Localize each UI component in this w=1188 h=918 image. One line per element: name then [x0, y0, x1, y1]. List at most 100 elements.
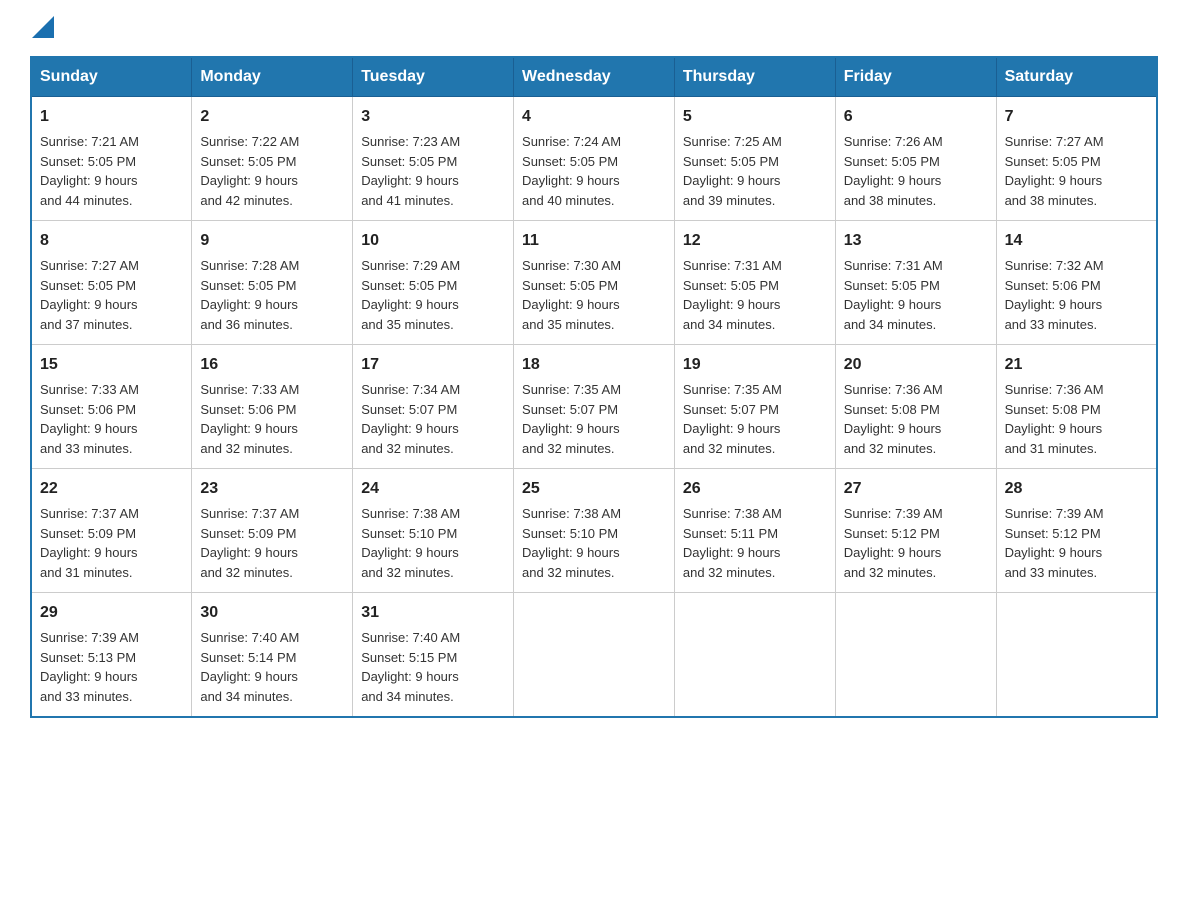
day-cell: 2 Sunrise: 7:22 AMSunset: 5:05 PMDayligh…	[192, 97, 353, 221]
day-info: Sunrise: 7:38 AMSunset: 5:10 PMDaylight:…	[522, 506, 621, 580]
day-cell: 22 Sunrise: 7:37 AMSunset: 5:09 PMDaylig…	[31, 469, 192, 593]
weekday-row: SundayMondayTuesdayWednesdayThursdayFrid…	[31, 57, 1157, 97]
day-info: Sunrise: 7:40 AMSunset: 5:14 PMDaylight:…	[200, 630, 299, 704]
day-cell: 8 Sunrise: 7:27 AMSunset: 5:05 PMDayligh…	[31, 221, 192, 345]
day-info: Sunrise: 7:36 AMSunset: 5:08 PMDaylight:…	[844, 382, 943, 456]
day-cell: 12 Sunrise: 7:31 AMSunset: 5:05 PMDaylig…	[674, 221, 835, 345]
day-number: 22	[40, 477, 183, 501]
day-cell: 20 Sunrise: 7:36 AMSunset: 5:08 PMDaylig…	[835, 345, 996, 469]
day-number: 30	[200, 601, 344, 625]
day-cell: 26 Sunrise: 7:38 AMSunset: 5:11 PMDaylig…	[674, 469, 835, 593]
day-cell: 24 Sunrise: 7:38 AMSunset: 5:10 PMDaylig…	[353, 469, 514, 593]
weekday-header-tuesday: Tuesday	[353, 57, 514, 97]
day-info: Sunrise: 7:37 AMSunset: 5:09 PMDaylight:…	[40, 506, 139, 580]
day-info: Sunrise: 7:31 AMSunset: 5:05 PMDaylight:…	[683, 258, 782, 332]
day-cell: 9 Sunrise: 7:28 AMSunset: 5:05 PMDayligh…	[192, 221, 353, 345]
weekday-header-wednesday: Wednesday	[514, 57, 675, 97]
day-number: 28	[1005, 477, 1148, 501]
day-number: 31	[361, 601, 505, 625]
day-number: 3	[361, 105, 505, 129]
day-cell: 27 Sunrise: 7:39 AMSunset: 5:12 PMDaylig…	[835, 469, 996, 593]
day-cell: 31 Sunrise: 7:40 AMSunset: 5:15 PMDaylig…	[353, 593, 514, 718]
day-info: Sunrise: 7:32 AMSunset: 5:06 PMDaylight:…	[1005, 258, 1104, 332]
day-number: 5	[683, 105, 827, 129]
day-number: 14	[1005, 229, 1148, 253]
day-info: Sunrise: 7:24 AMSunset: 5:05 PMDaylight:…	[522, 134, 621, 208]
day-cell: 3 Sunrise: 7:23 AMSunset: 5:05 PMDayligh…	[353, 97, 514, 221]
weekday-header-monday: Monday	[192, 57, 353, 97]
day-number: 26	[683, 477, 827, 501]
day-info: Sunrise: 7:22 AMSunset: 5:05 PMDaylight:…	[200, 134, 299, 208]
day-number: 18	[522, 353, 666, 377]
day-info: Sunrise: 7:27 AMSunset: 5:05 PMDaylight:…	[1005, 134, 1104, 208]
day-cell: 1 Sunrise: 7:21 AMSunset: 5:05 PMDayligh…	[31, 97, 192, 221]
weekday-header-friday: Friday	[835, 57, 996, 97]
day-number: 17	[361, 353, 505, 377]
day-cell: 18 Sunrise: 7:35 AMSunset: 5:07 PMDaylig…	[514, 345, 675, 469]
day-info: Sunrise: 7:33 AMSunset: 5:06 PMDaylight:…	[200, 382, 299, 456]
day-info: Sunrise: 7:39 AMSunset: 5:12 PMDaylight:…	[844, 506, 943, 580]
day-cell: 17 Sunrise: 7:34 AMSunset: 5:07 PMDaylig…	[353, 345, 514, 469]
week-row-2: 8 Sunrise: 7:27 AMSunset: 5:05 PMDayligh…	[31, 221, 1157, 345]
day-info: Sunrise: 7:29 AMSunset: 5:05 PMDaylight:…	[361, 258, 460, 332]
day-cell: 10 Sunrise: 7:29 AMSunset: 5:05 PMDaylig…	[353, 221, 514, 345]
day-cell: 15 Sunrise: 7:33 AMSunset: 5:06 PMDaylig…	[31, 345, 192, 469]
day-info: Sunrise: 7:26 AMSunset: 5:05 PMDaylight:…	[844, 134, 943, 208]
day-info: Sunrise: 7:36 AMSunset: 5:08 PMDaylight:…	[1005, 382, 1104, 456]
day-number: 4	[522, 105, 666, 129]
day-info: Sunrise: 7:35 AMSunset: 5:07 PMDaylight:…	[522, 382, 621, 456]
day-number: 10	[361, 229, 505, 253]
day-info: Sunrise: 7:31 AMSunset: 5:05 PMDaylight:…	[844, 258, 943, 332]
day-info: Sunrise: 7:38 AMSunset: 5:11 PMDaylight:…	[683, 506, 782, 580]
day-number: 21	[1005, 353, 1148, 377]
day-info: Sunrise: 7:40 AMSunset: 5:15 PMDaylight:…	[361, 630, 460, 704]
day-cell: 19 Sunrise: 7:35 AMSunset: 5:07 PMDaylig…	[674, 345, 835, 469]
day-cell: 21 Sunrise: 7:36 AMSunset: 5:08 PMDaylig…	[996, 345, 1157, 469]
day-number: 29	[40, 601, 183, 625]
day-number: 27	[844, 477, 988, 501]
day-number: 11	[522, 229, 666, 253]
day-info: Sunrise: 7:23 AMSunset: 5:05 PMDaylight:…	[361, 134, 460, 208]
day-number: 6	[844, 105, 988, 129]
day-cell: 16 Sunrise: 7:33 AMSunset: 5:06 PMDaylig…	[192, 345, 353, 469]
day-info: Sunrise: 7:37 AMSunset: 5:09 PMDaylight:…	[200, 506, 299, 580]
week-row-4: 22 Sunrise: 7:37 AMSunset: 5:09 PMDaylig…	[31, 469, 1157, 593]
week-row-5: 29 Sunrise: 7:39 AMSunset: 5:13 PMDaylig…	[31, 593, 1157, 718]
day-cell	[996, 593, 1157, 718]
weekday-header-sunday: Sunday	[31, 57, 192, 97]
day-number: 24	[361, 477, 505, 501]
day-cell: 28 Sunrise: 7:39 AMSunset: 5:12 PMDaylig…	[996, 469, 1157, 593]
day-cell: 7 Sunrise: 7:27 AMSunset: 5:05 PMDayligh…	[996, 97, 1157, 221]
day-number: 12	[683, 229, 827, 253]
day-info: Sunrise: 7:28 AMSunset: 5:05 PMDaylight:…	[200, 258, 299, 332]
day-number: 19	[683, 353, 827, 377]
day-number: 15	[40, 353, 183, 377]
day-number: 13	[844, 229, 988, 253]
day-cell: 11 Sunrise: 7:30 AMSunset: 5:05 PMDaylig…	[514, 221, 675, 345]
day-cell: 30 Sunrise: 7:40 AMSunset: 5:14 PMDaylig…	[192, 593, 353, 718]
header	[30, 20, 1158, 38]
day-info: Sunrise: 7:27 AMSunset: 5:05 PMDaylight:…	[40, 258, 139, 332]
week-row-3: 15 Sunrise: 7:33 AMSunset: 5:06 PMDaylig…	[31, 345, 1157, 469]
day-number: 16	[200, 353, 344, 377]
day-info: Sunrise: 7:33 AMSunset: 5:06 PMDaylight:…	[40, 382, 139, 456]
day-number: 23	[200, 477, 344, 501]
day-cell	[514, 593, 675, 718]
calendar-table: SundayMondayTuesdayWednesdayThursdayFrid…	[30, 56, 1158, 718]
calendar-header: SundayMondayTuesdayWednesdayThursdayFrid…	[31, 57, 1157, 97]
day-cell: 25 Sunrise: 7:38 AMSunset: 5:10 PMDaylig…	[514, 469, 675, 593]
day-number: 20	[844, 353, 988, 377]
day-info: Sunrise: 7:25 AMSunset: 5:05 PMDaylight:…	[683, 134, 782, 208]
day-cell: 23 Sunrise: 7:37 AMSunset: 5:09 PMDaylig…	[192, 469, 353, 593]
logo-triangle-icon	[32, 16, 54, 38]
day-number: 9	[200, 229, 344, 253]
day-cell: 5 Sunrise: 7:25 AMSunset: 5:05 PMDayligh…	[674, 97, 835, 221]
weekday-header-thursday: Thursday	[674, 57, 835, 97]
day-number: 2	[200, 105, 344, 129]
day-cell: 13 Sunrise: 7:31 AMSunset: 5:05 PMDaylig…	[835, 221, 996, 345]
day-info: Sunrise: 7:38 AMSunset: 5:10 PMDaylight:…	[361, 506, 460, 580]
day-info: Sunrise: 7:39 AMSunset: 5:13 PMDaylight:…	[40, 630, 139, 704]
day-cell	[674, 593, 835, 718]
day-cell: 6 Sunrise: 7:26 AMSunset: 5:05 PMDayligh…	[835, 97, 996, 221]
day-number: 7	[1005, 105, 1148, 129]
